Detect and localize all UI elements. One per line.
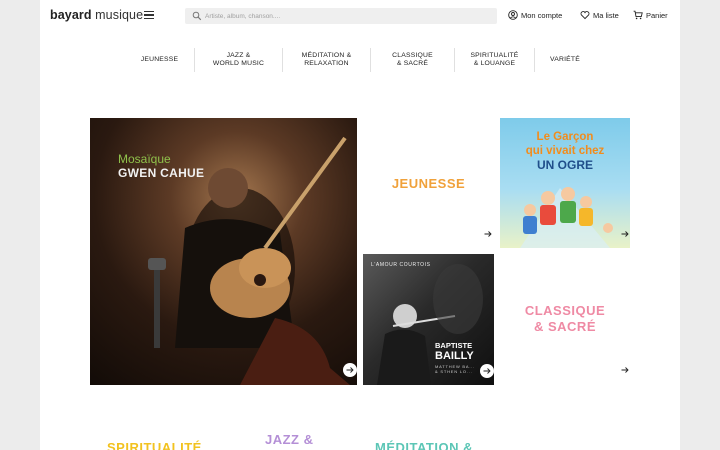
nav-item-classique[interactable]: CLASSIQUE & SACRÉ xyxy=(371,48,455,72)
bailly-credits: MATTHEW BA... & STHEN LO... xyxy=(435,364,475,374)
nav-item-variete[interactable]: VARIÉTÉ xyxy=(535,48,595,72)
search-bar xyxy=(185,8,497,24)
search-input[interactable] xyxy=(205,9,490,23)
classique-label-line1: CLASSIQUE xyxy=(524,303,606,318)
jeunesse-label: JEUNESSE xyxy=(391,176,466,191)
bailly-name-line2: BAILLY xyxy=(435,350,474,362)
wishlist-label: Ma liste xyxy=(593,10,619,20)
nav-item-meditation[interactable]: MÉDITATION & RELAXATION xyxy=(283,48,371,72)
logo-light-text: musique xyxy=(95,8,144,22)
category-label-spiritualite[interactable]: SPIRITUALITÉ xyxy=(107,440,202,450)
header: bayard musique Mon compte Ma liste xyxy=(40,0,680,32)
bailly-credits-line2: & STHEN LO... xyxy=(435,369,473,374)
category-tile-jeunesse[interactable]: JEUNESSE xyxy=(363,118,494,249)
hero-title-line1: Mosaïque xyxy=(118,152,171,166)
bailly-album-subtitle: L'AMOUR COURTOIS xyxy=(371,262,431,268)
arrow-right-icon[interactable] xyxy=(481,227,494,241)
category-tile-classique[interactable]: CLASSIQUE & SACRÉ xyxy=(500,254,630,385)
nav-item-jeunesse[interactable]: JEUNESSE xyxy=(125,48,195,72)
category-nav: JEUNESSE JAZZ & WORLD MUSIC MÉDITATION &… xyxy=(125,48,595,72)
cart-link[interactable]: Panier xyxy=(633,10,668,20)
bayard-musique-logo[interactable]: bayard musique xyxy=(50,8,143,22)
album-tile-mosaique[interactable]: Mosaïque GWEN CAHUE xyxy=(90,118,357,385)
album-tile-baptiste-bailly[interactable]: L'AMOUR COURTOIS BAPTISTE BAILLY MATTHEW… xyxy=(363,254,494,385)
account-label: Mon compte xyxy=(521,10,563,20)
nav-item-jazz-world[interactable]: JAZZ & WORLD MUSIC xyxy=(195,48,283,72)
search-icon xyxy=(192,11,202,21)
category-label-meditation[interactable]: MÉDITATION & xyxy=(375,440,473,450)
category-label-jazz[interactable]: JAZZ & xyxy=(265,432,314,447)
arrow-right-icon[interactable] xyxy=(618,363,630,377)
classique-label-line2: & SACRÉ xyxy=(533,319,596,334)
arrow-right-icon[interactable] xyxy=(343,363,357,377)
nav-item-spiritualite[interactable]: SPIRITUALITÉ & LOUANGE xyxy=(455,48,535,72)
hero-title-line2: GWEN CAHUE xyxy=(118,166,205,180)
hamburger-menu-icon[interactable] xyxy=(144,11,154,19)
cart-icon xyxy=(633,10,643,20)
album-tile-ogre[interactable]: Le Garçon qui vivait chez UN OGRE xyxy=(500,118,630,248)
arrow-right-icon[interactable] xyxy=(480,364,494,378)
account-link[interactable]: Mon compte xyxy=(508,10,562,20)
logo-bold-text: bayard xyxy=(50,8,92,22)
classique-label: CLASSIQUE & SACRÉ xyxy=(500,303,630,335)
page: bayard musique Mon compte Ma liste xyxy=(40,0,680,450)
hero-album-title: Mosaïque GWEN CAHUE xyxy=(118,152,204,180)
bailly-artist-name: BAPTISTE BAILLY xyxy=(435,341,474,362)
wishlist-link[interactable]: Ma liste xyxy=(580,10,619,20)
arrow-right-icon[interactable] xyxy=(618,227,630,241)
user-circle-icon xyxy=(508,10,518,20)
ogre-illustration xyxy=(520,187,613,248)
cart-label: Panier xyxy=(646,10,668,20)
heart-icon xyxy=(580,11,590,20)
